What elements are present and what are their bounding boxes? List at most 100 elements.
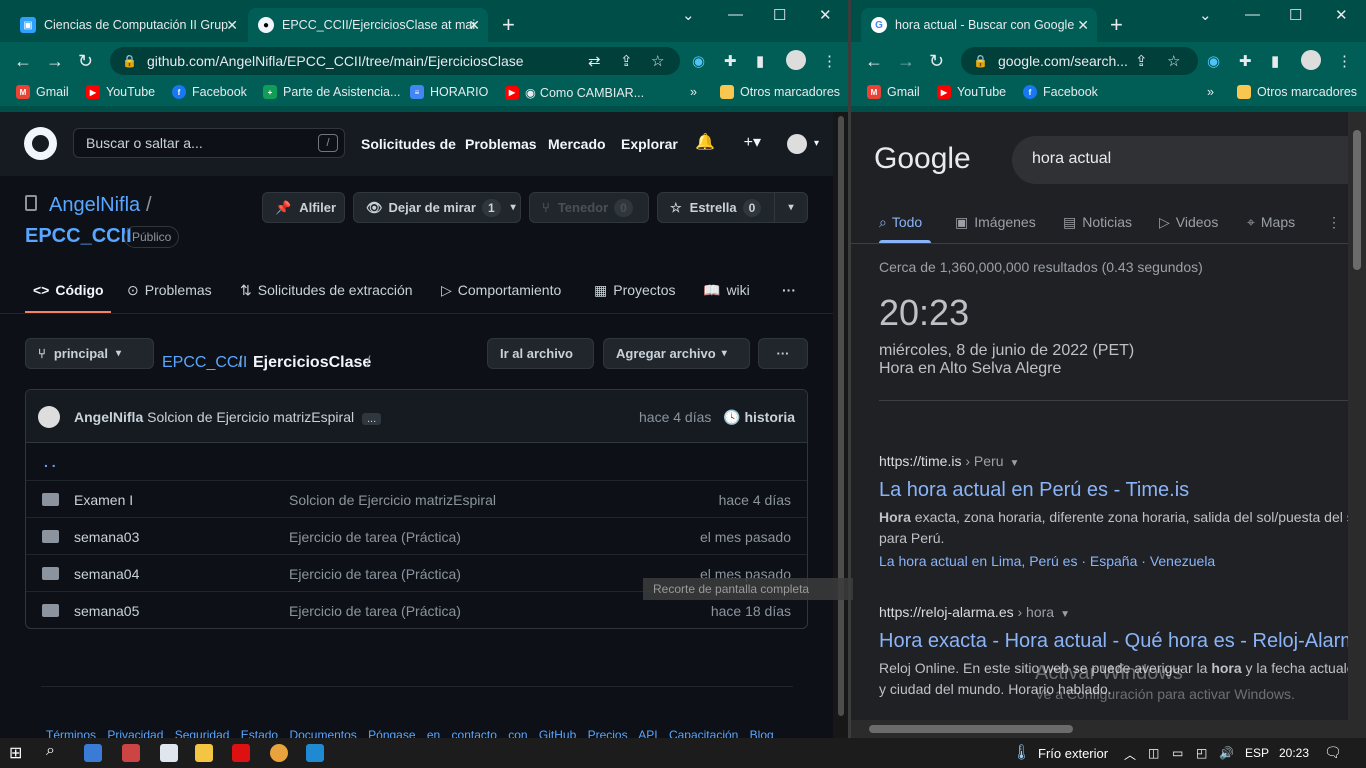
bookmark-asistencia[interactable]: + Parte de Asistencia... (263, 85, 400, 99)
bookmark-gmail[interactable]: M Gmail (16, 85, 69, 99)
result-title-link[interactable]: La hora actual en Perú es - Time.is (879, 479, 1189, 502)
menu-icon[interactable]: ⋮ (1337, 52, 1352, 70)
tab-actions[interactable]: ▷ Comportamiento (441, 282, 561, 299)
language-indicator[interactable]: ESP (1245, 746, 1269, 760)
back-button[interactable]: ← (14, 51, 32, 72)
weather-text[interactable]: Frío exterior (1038, 746, 1108, 761)
back-button[interactable]: ← (865, 51, 883, 72)
tab-code[interactable]: <> Código (33, 282, 104, 298)
tab-pull-requests[interactable]: ⇅ Solicitudes de extracción (240, 282, 413, 299)
extension-icon[interactable]: ◉ (692, 52, 705, 70)
network-icon[interactable]: ◰ (1196, 746, 1207, 760)
profile-avatar[interactable] (1301, 50, 1321, 70)
table-row-parent[interactable]: . . (26, 443, 807, 480)
file-commit-message[interactable]: Ejercicio de tarea (Práctica) (289, 566, 461, 582)
battery-icon[interactable]: ▭ (1172, 746, 1183, 760)
bookmark-gmail[interactable]: M Gmail (867, 85, 920, 99)
bookmark-other[interactable]: Otros marcadores (1237, 85, 1357, 99)
chrome-icon[interactable] (270, 744, 288, 762)
result-sitelinks[interactable]: La hora actual en Lima, Perú es · España… (879, 553, 1215, 569)
repo-name-link[interactable]: EPCC_CCII (25, 225, 132, 248)
file-name[interactable]: semana03 (74, 529, 139, 545)
address-bar[interactable]: 🔒 google.com/search... (961, 47, 1198, 75)
search-icon[interactable]: ⌕ (46, 742, 64, 760)
tab-maps[interactable]: ⌖ Maps (1247, 214, 1295, 231)
branch-selector[interactable]: ⑂ principal ▾ (25, 338, 154, 369)
plus-dropdown-icon[interactable]: +▾ (744, 132, 761, 152)
file-explorer-icon[interactable] (195, 744, 213, 762)
github-search-input[interactable]: Buscar o saltar a... / (73, 128, 345, 158)
forward-button[interactable]: → (46, 51, 64, 72)
result-title-link[interactable]: Hora exacta - Hora actual - Qué hora es … (879, 630, 1366, 653)
bookmark-facebook[interactable]: f Facebook (1023, 85, 1098, 99)
file-commit-message[interactable]: Ejercicio de tarea (Práctica) (289, 603, 461, 619)
file-commit-message[interactable]: Solcion de Ejercicio matrizEspiral (289, 492, 496, 508)
bookmark-horario[interactable]: ≡ HORARIO (410, 85, 488, 99)
scrollbar-thumb[interactable] (838, 116, 844, 716)
tab-classroom[interactable]: ▣ Ciencias de Computación II Grup ✕ (10, 8, 246, 42)
tab-projects[interactable]: ▦ Proyectos (594, 282, 675, 299)
sidepanel-icon[interactable]: ▮ (756, 52, 764, 70)
goto-file-button[interactable]: Ir al archivo (487, 338, 594, 369)
bookmark-star-icon[interactable]: ☆ (651, 52, 664, 70)
nav-pull-requests[interactable]: Solicitudes de (361, 136, 456, 152)
table-row[interactable]: Examen I Solcion de Ejercicio matrizEspi… (26, 480, 807, 517)
chevron-right-icon[interactable]: » (1207, 85, 1214, 99)
avatar[interactable] (787, 134, 807, 154)
taskbar-clock[interactable]: 20:23 (1279, 746, 1309, 760)
close-icon[interactable]: ✕ (226, 17, 238, 34)
parent-dir-link[interactable]: . . (44, 454, 56, 470)
bookmark-facebook[interactable]: f Facebook (172, 85, 247, 99)
notepad-icon[interactable] (160, 744, 178, 762)
table-row[interactable]: semana03 Ejercicio de tarea (Práctica) e… (26, 517, 807, 554)
close-window-button[interactable]: ✕ (819, 6, 832, 24)
puzzle-icon[interactable]: ✚ (724, 52, 737, 70)
breadcrumb-root[interactable]: EPCC_CCII (162, 354, 247, 372)
bookmark-cambiar[interactable]: ▶ ◉ Como CAMBIAR... (505, 85, 644, 100)
horizontal-scrollbar-thumb[interactable] (869, 725, 1073, 733)
github-logo-icon[interactable] (24, 127, 57, 160)
minimize-button[interactable]: — (728, 6, 743, 23)
menu-icon[interactable]: ⋮ (822, 52, 837, 70)
pin-button[interactable]: 📌 Alfiler (262, 192, 345, 223)
volume-icon[interactable]: 🔊 (1219, 746, 1234, 760)
bookmark-star-icon[interactable]: ☆ (1167, 52, 1180, 70)
file-commit-message[interactable]: Ejercicio de tarea (Práctica) (289, 529, 461, 545)
translate-icon[interactable]: ⇄ (588, 52, 601, 70)
windows-start-icon[interactable]: ⊞ (9, 743, 27, 762)
bell-icon[interactable]: 🔔 (695, 132, 715, 152)
watch-button[interactable]: 👁 Dejar de mirar 1 ▾ (353, 192, 521, 223)
file-name[interactable]: semana04 (74, 566, 139, 582)
vscode-icon[interactable] (306, 744, 324, 762)
chevron-up-icon[interactable]: ︿ (1124, 746, 1136, 763)
extension-icon[interactable]: ◉ (1207, 52, 1220, 70)
bookmark-youtube[interactable]: ▶ YouTube (937, 85, 1006, 99)
more-options-button[interactable]: ··· (758, 338, 808, 369)
pdf-reader-icon[interactable] (232, 744, 250, 762)
sidepanel-icon[interactable]: ▮ (1271, 52, 1279, 70)
history-link[interactable]: 🕓 historia (723, 409, 795, 426)
repo-owner-link[interactable]: AngelNifla (49, 194, 140, 217)
tab-news[interactable]: ▤ Noticias (1063, 214, 1132, 231)
tab-search-icon[interactable]: ⌄ (1199, 6, 1212, 24)
fork-button[interactable]: ⑂ Tenedor 0 (529, 192, 649, 223)
google-logo[interactable]: Google (874, 142, 971, 176)
minimize-button[interactable]: — (1245, 6, 1260, 23)
tab-google[interactable]: G hora actual - Buscar con Google ✕ (861, 8, 1097, 42)
maximize-button[interactable]: ☐ (773, 6, 786, 24)
tab-videos[interactable]: ▷ Videos (1159, 214, 1218, 231)
close-icon[interactable]: ✕ (468, 17, 480, 34)
tab-all[interactable]: ⌕ Todo (879, 214, 922, 231)
more-icon[interactable]: ··· (782, 282, 796, 298)
reload-button[interactable]: ↻ (929, 51, 944, 72)
search-input[interactable]: hora actual (1012, 136, 1366, 184)
scrollbar-thumb[interactable] (1353, 130, 1361, 270)
result-url[interactable]: https://reloj-alarma.es › hora ▼ (879, 604, 1070, 620)
file-name[interactable]: semana05 (74, 603, 139, 619)
forward-button[interactable]: → (897, 51, 915, 72)
file-name[interactable]: Examen I (74, 492, 133, 508)
new-tab-button[interactable]: + (502, 12, 515, 38)
result-url[interactable]: https://time.is › Peru ▼ (879, 453, 1019, 469)
nav-issues[interactable]: Problemas (465, 136, 537, 152)
chevron-down-icon[interactable]: ▼ (1060, 609, 1070, 620)
